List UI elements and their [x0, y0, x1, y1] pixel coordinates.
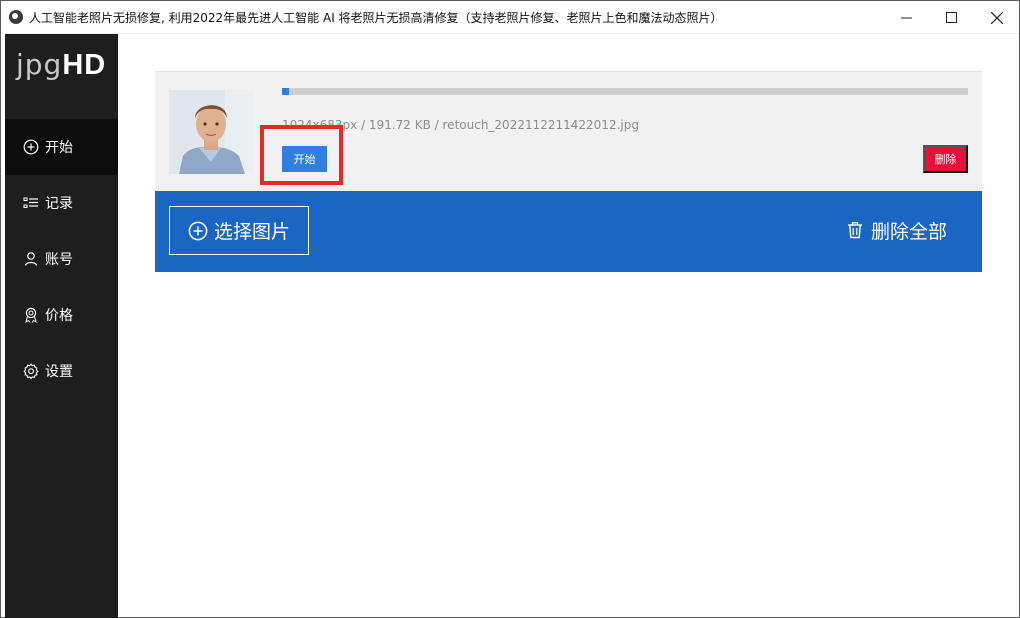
app-icon	[9, 10, 23, 24]
logo-bold-text: HD	[62, 49, 107, 81]
sidebar: jpgHD 开始 记录 账号 价格 设置	[5, 34, 118, 618]
progress-bar	[282, 88, 968, 95]
window-title: 人工智能老照片无损修复, 利用2022年最先进人工智能 AI 将老照片无损高清修…	[29, 10, 723, 25]
plus-circle-icon	[23, 139, 39, 155]
close-button[interactable]	[974, 1, 1019, 34]
file-card: 1024x683px / 191.72 KB / retouch_2022112…	[155, 71, 982, 191]
select-image-button[interactable]: 选择图片	[169, 206, 309, 255]
sidebar-item-label: 设置	[45, 364, 73, 380]
title-bar: 人工智能老照片无损修复, 利用2022年最先进人工智能 AI 将老照片无损高清修…	[1, 1, 1019, 34]
sidebar-item-start[interactable]: 开始	[5, 119, 118, 175]
logo-light-text: jpg	[16, 48, 63, 81]
select-image-label: 选择图片	[213, 221, 290, 243]
action-bar: 选择图片 删除全部	[155, 191, 982, 272]
plus-circle-icon	[188, 221, 208, 241]
user-icon	[23, 251, 39, 267]
minimize-icon	[901, 17, 912, 19]
minimize-button[interactable]	[884, 1, 929, 34]
list-icon	[23, 195, 39, 211]
window-controls	[884, 1, 1019, 34]
sidebar-item-settings[interactable]: 设置	[5, 343, 118, 399]
maximize-button[interactable]	[929, 1, 974, 34]
highlight-annotation-box	[260, 125, 343, 185]
sidebar-item-records[interactable]: 记录	[5, 175, 118, 231]
award-icon	[23, 307, 39, 323]
close-icon	[990, 11, 1003, 24]
delete-button[interactable]: 删除	[923, 145, 968, 173]
sidebar-item-pricing[interactable]: 价格	[5, 287, 118, 343]
app-logo: jpgHD	[16, 48, 106, 82]
sidebar-item-label: 开始	[45, 140, 73, 156]
app-window: 人工智能老照片无损修复, 利用2022年最先进人工智能 AI 将老照片无损高清修…	[0, 0, 1020, 618]
delete-all-label: 删除全部	[871, 220, 948, 243]
delete-all-button[interactable]: 删除全部	[847, 215, 947, 245]
sidebar-item-account[interactable]: 账号	[5, 231, 118, 287]
photo-thumbnail[interactable]	[169, 90, 253, 174]
sidebar-item-label: 记录	[45, 196, 73, 212]
maximize-icon	[946, 12, 957, 23]
progress-bar-fill	[282, 88, 289, 95]
trash-icon	[847, 221, 863, 239]
gear-icon	[23, 363, 39, 379]
sidebar-item-label: 价格	[45, 308, 73, 324]
sidebar-item-label: 账号	[45, 252, 73, 268]
